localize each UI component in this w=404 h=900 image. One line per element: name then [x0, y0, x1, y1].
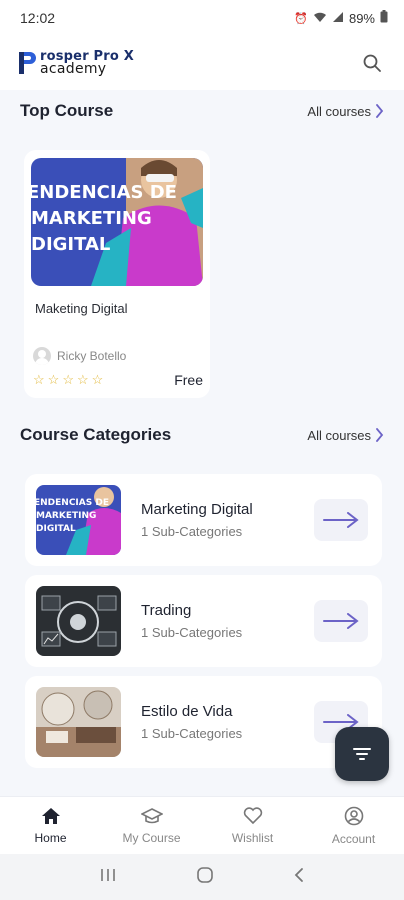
nav-wishlist[interactable]: Wishlist	[202, 797, 303, 854]
avatar	[33, 347, 51, 365]
logo-mark-icon	[18, 51, 38, 75]
category-card-marketing[interactable]: ENDENCIAS DE MARKETING DIGITAL Marketing…	[25, 474, 382, 566]
logo-text: rosper Pro X academy	[40, 50, 134, 77]
arrow-right-icon	[323, 613, 359, 629]
star-icon: ☆	[47, 372, 60, 387]
star-icon: ☆	[33, 372, 45, 387]
nav-home[interactable]: Home	[0, 797, 101, 854]
all-courses-link-top[interactable]: All courses	[307, 104, 384, 119]
recent-apps-icon	[101, 868, 116, 881]
star-rating: ☆ ☆ ☆ ☆ ☆	[33, 373, 103, 387]
svg-text:ENDENCIAS DE: ENDENCIAS DE	[36, 498, 109, 508]
filter-icon	[353, 748, 371, 760]
category-open-button[interactable]	[314, 600, 368, 642]
course-title: Maketing Digital	[35, 301, 128, 316]
course-thumbnail: ENDENCIAS DE MARKETING DIGITAL	[31, 158, 203, 286]
all-courses-link-categories[interactable]: All courses	[307, 428, 384, 443]
status-bar: 12:02 ⏰ 89%	[0, 0, 404, 36]
status-icons: ⏰ 89%	[294, 10, 388, 26]
nav-label: Wishlist	[231, 830, 274, 845]
category-thumbnail	[36, 687, 121, 757]
search-icon	[363, 54, 381, 72]
signal-icon	[332, 11, 344, 26]
logo-line2: academy	[40, 61, 107, 77]
rating-row: ☆ ☆ ☆ ☆ ☆ Free	[33, 372, 203, 388]
battery-icon	[380, 10, 388, 26]
nav-label: Home	[34, 830, 67, 845]
thumb-line-3: DIGITAL	[31, 234, 110, 255]
alarm-icon: ⏰	[294, 12, 308, 25]
category-name: Marketing Digital	[141, 501, 253, 518]
back-icon	[294, 867, 303, 882]
category-sub-count: 1 Sub-Categories	[141, 524, 243, 539]
chevron-right-icon	[376, 428, 384, 442]
svg-text:MARKETING: MARKETING	[36, 511, 96, 521]
course-card[interactable]: ENDENCIAS DE MARKETING DIGITAL Maketing …	[24, 150, 210, 398]
thumb-line-2: MARKETING	[31, 208, 152, 229]
category-thumbnail: ENDENCIAS DE MARKETING DIGITAL	[36, 485, 121, 555]
category-card-lifestyle[interactable]: Estilo de Vida 1 Sub-Categories	[25, 676, 382, 768]
system-nav-bar	[0, 854, 404, 900]
categories-header: Course Categories All courses	[20, 425, 384, 445]
home-icon	[41, 807, 60, 824]
app-header: rosper Pro X academy	[0, 36, 404, 90]
chevron-right-icon	[376, 104, 384, 118]
heart-icon	[243, 806, 262, 824]
recent-apps-button[interactable]	[99, 867, 117, 888]
status-time: 12:02	[20, 10, 56, 26]
battery-percent: 89%	[348, 10, 375, 26]
section-title-categories: Course Categories	[20, 425, 172, 444]
filter-button[interactable]	[335, 727, 389, 781]
nav-label: My Course	[122, 830, 181, 845]
category-name: Estilo de Vida	[141, 703, 233, 720]
svg-text:DIGITAL: DIGITAL	[36, 524, 76, 534]
logo[interactable]: rosper Pro X academy	[18, 50, 134, 77]
star-icon: ☆	[62, 372, 74, 387]
back-button[interactable]	[293, 867, 305, 888]
category-name: Trading	[141, 602, 192, 619]
nav-my-course[interactable]: My Course	[101, 797, 202, 854]
category-sub-count: 1 Sub-Categories	[141, 625, 243, 640]
bottom-nav: Home My Course Wishlist Account	[0, 796, 404, 854]
instructor: Ricky Botello	[33, 347, 126, 365]
category-thumbnail	[36, 586, 121, 656]
home-circle-icon	[197, 866, 213, 883]
graduation-cap-icon	[140, 807, 163, 823]
arrow-right-icon	[323, 512, 359, 528]
home-system-button[interactable]	[196, 866, 214, 889]
all-courses-label: All courses	[307, 103, 371, 119]
nav-account[interactable]: Account	[303, 797, 404, 854]
account-icon	[344, 806, 363, 825]
price: Free	[174, 372, 203, 388]
thumb-line-1: ENDENCIAS DE	[31, 182, 177, 203]
star-icon: ☆	[91, 372, 104, 387]
category-card-trading[interactable]: Trading 1 Sub-Categories	[25, 575, 382, 667]
instructor-name: Ricky Botello	[57, 349, 127, 363]
search-button[interactable]	[358, 49, 386, 77]
category-sub-count: 1 Sub-Categories	[141, 726, 243, 741]
top-course-header: Top Course All courses	[20, 101, 384, 121]
star-icon: ☆	[76, 372, 89, 387]
wifi-icon	[313, 11, 327, 26]
section-title-top-course: Top Course	[20, 101, 114, 120]
all-courses-label: All courses	[307, 427, 371, 443]
nav-label: Account	[331, 831, 376, 846]
category-open-button[interactable]	[314, 499, 368, 541]
